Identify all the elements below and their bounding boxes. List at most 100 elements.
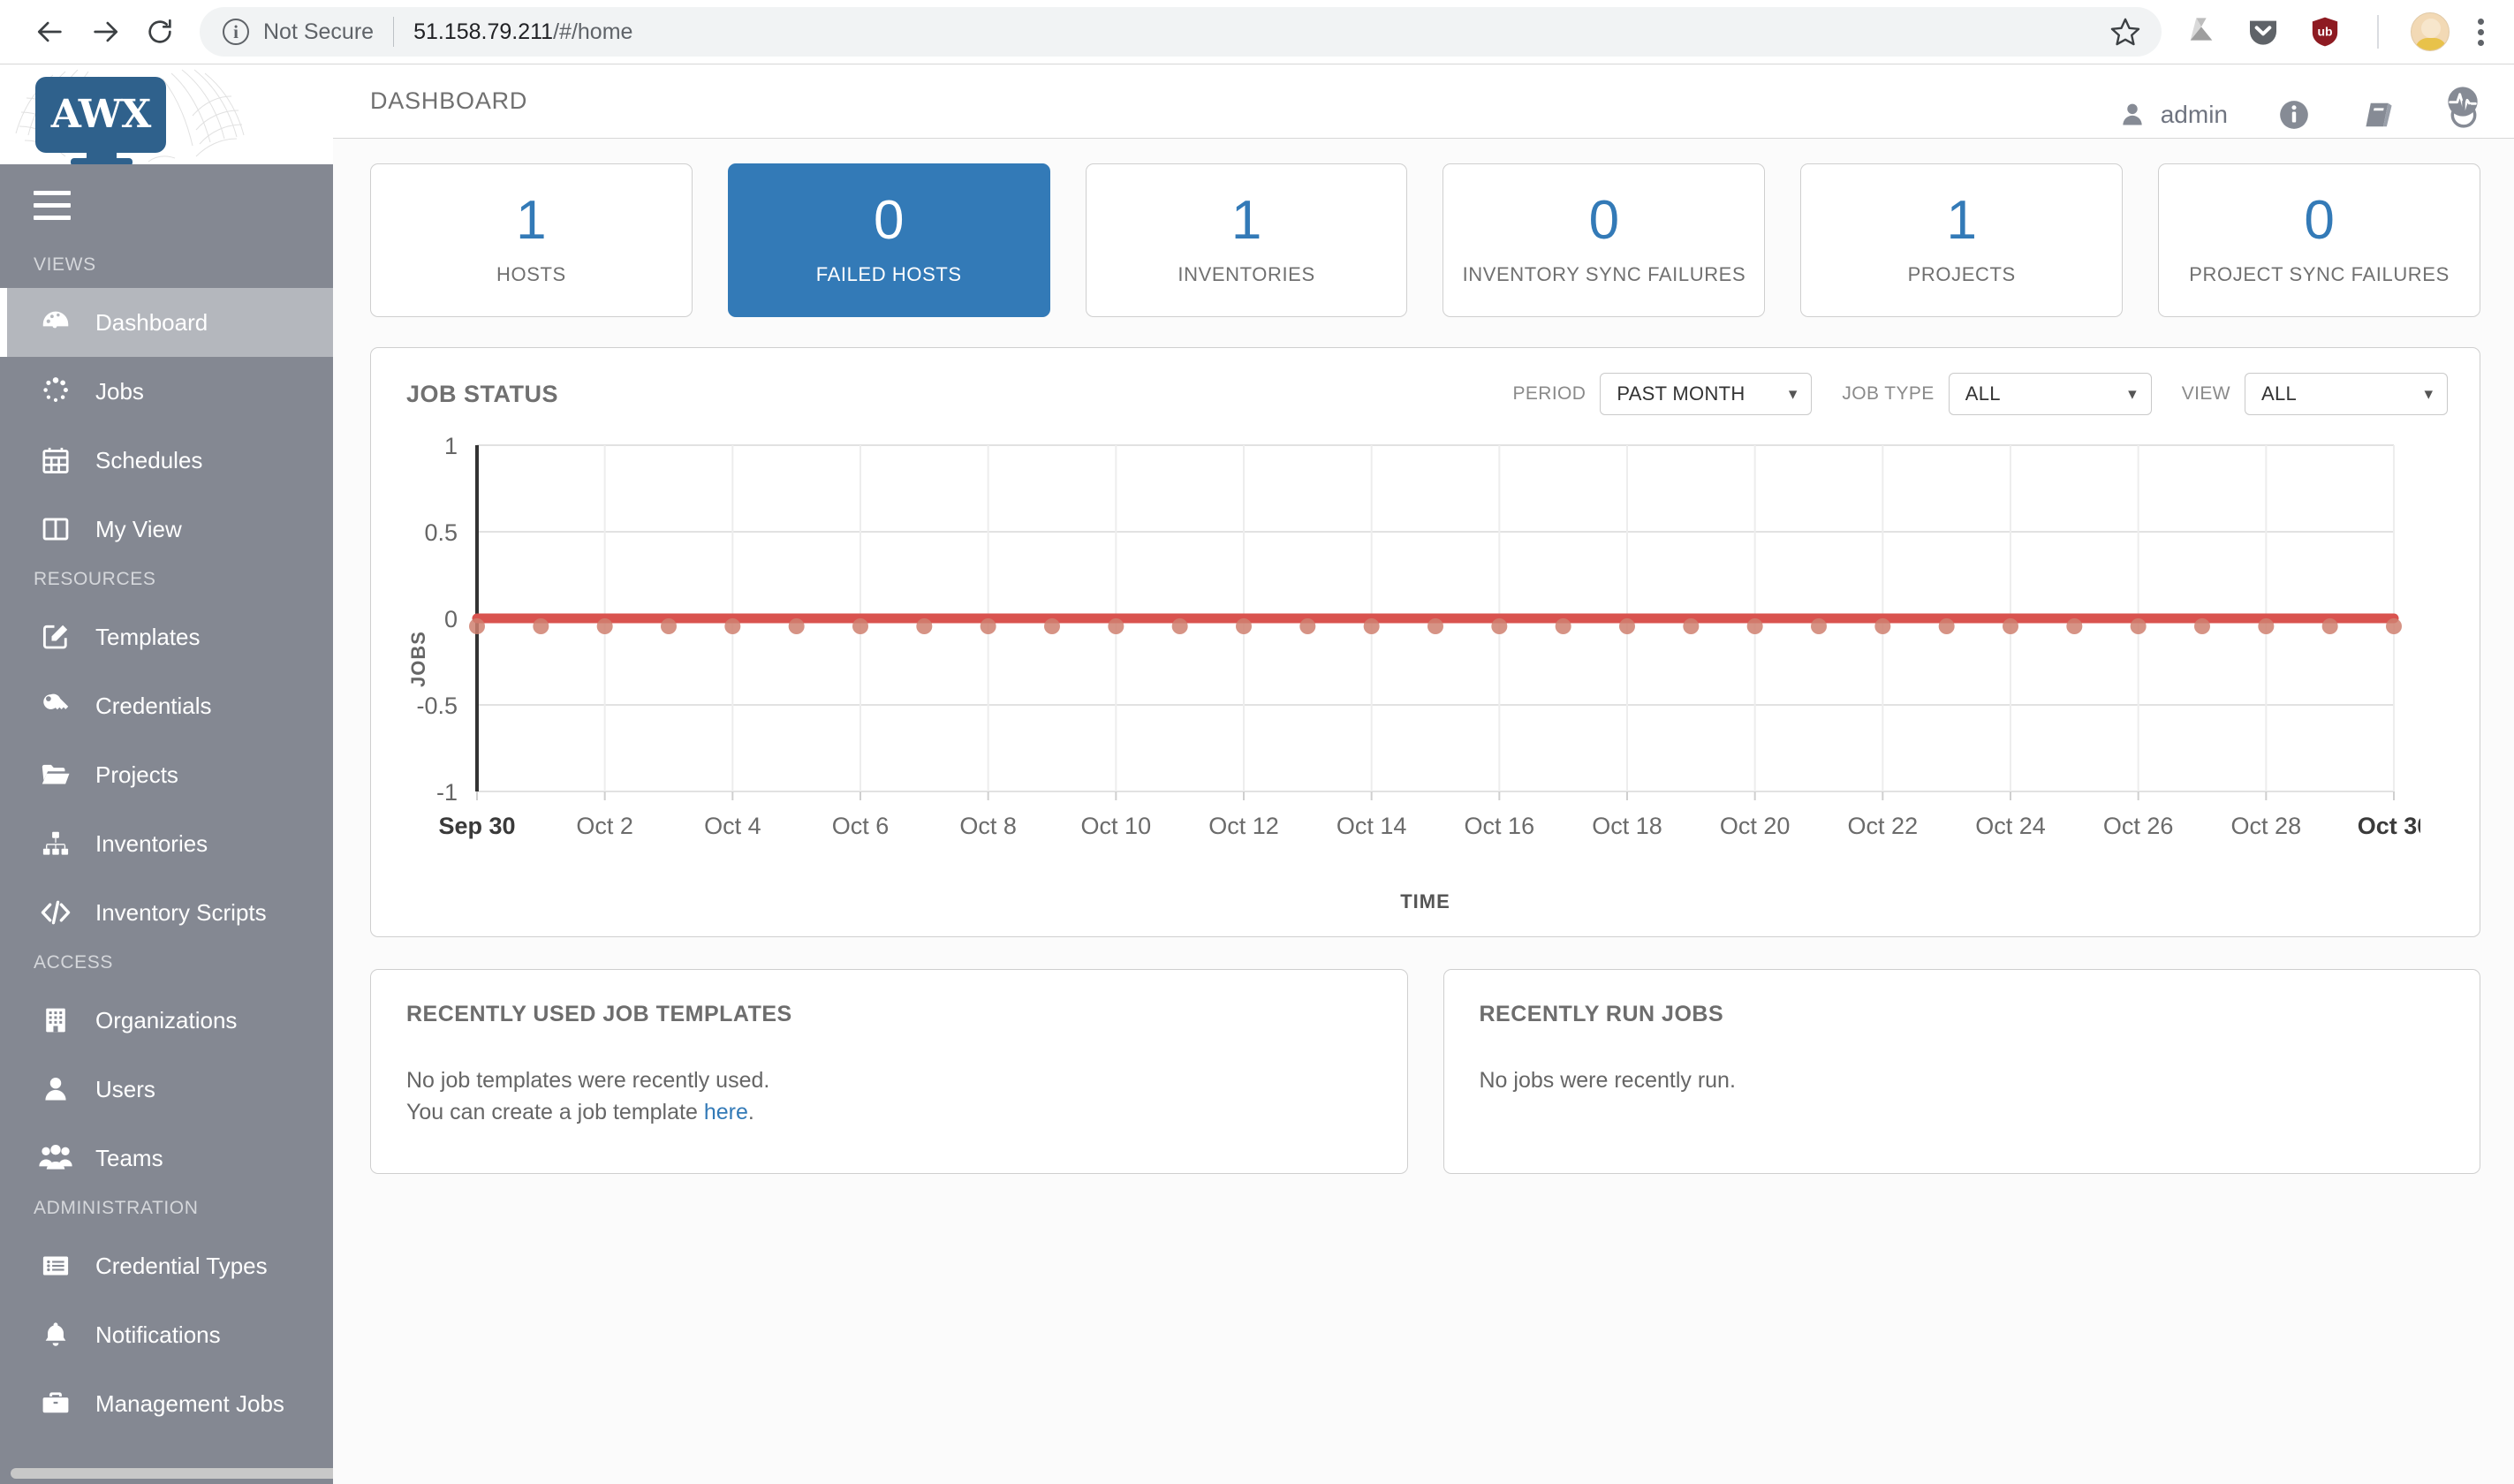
svg-text:Oct 14: Oct 14 — [1337, 813, 1407, 839]
columns-icon — [34, 511, 78, 548]
dashboard-gauge-icon — [34, 304, 78, 341]
sidebar-item-label: Credential Types — [95, 1252, 268, 1279]
stat-value: 1 — [1230, 190, 1262, 252]
chevron-down-icon: ▾ — [2128, 384, 2137, 404]
book-icon[interactable] — [2360, 98, 2397, 132]
svg-text:Oct 30: Oct 30 — [2358, 813, 2420, 839]
list-card-icon — [34, 1247, 78, 1284]
reload-button[interactable] — [133, 4, 187, 59]
chart-y-axis-label: JOBS — [406, 631, 429, 687]
stat-label: HOSTS — [496, 263, 566, 286]
sidebar-item-credentials[interactable]: Credentials — [0, 671, 333, 740]
chart-svg: 1 0.5 0 -0.5 -1 Sep 30 Oct 2 Oct 4 Oct 6 Oct 8 Oct… — [416, 433, 2420, 839]
stat-card-projects[interactable]: 1 PROJECTS — [1800, 163, 2124, 317]
chevron-down-icon: ▾ — [2424, 384, 2433, 404]
users-group-icon — [34, 1140, 78, 1177]
power-icon[interactable] — [2447, 98, 2480, 132]
stat-label: FAILED HOSTS — [815, 263, 962, 286]
stat-card-hosts[interactable]: 1 HOSTS — [370, 163, 693, 317]
view-value: ALL — [2261, 382, 2298, 405]
url-path: /#/home — [553, 19, 633, 44]
job-status-title: JOB STATUS — [406, 380, 559, 407]
job-type-value: ALL — [1965, 382, 2001, 405]
svg-text:-0.5: -0.5 — [416, 693, 458, 719]
calendar-icon — [34, 442, 78, 479]
sidebar-item-teams[interactable]: Teams — [0, 1124, 333, 1192]
stat-label: INVENTORY SYNC FAILURES — [1462, 263, 1746, 286]
view-select[interactable]: ALL ▾ — [2245, 373, 2448, 415]
building-icon — [34, 1002, 78, 1039]
user-icon — [34, 1071, 78, 1108]
filter-label: JOB TYPE — [1842, 383, 1935, 404]
job-status-header: JOB STATUS PERIOD PAST MONTH ▾ JOB TYPE — [371, 348, 2480, 420]
stat-card-failed-hosts[interactable]: 0 FAILED HOSTS — [727, 163, 1050, 317]
stat-card-project-sync-failures[interactable]: 0 PROJECT SYNC FAILURES — [2158, 163, 2480, 317]
filter-label: VIEW — [2181, 383, 2230, 404]
forward-button[interactable] — [78, 4, 133, 59]
stat-card-inventories[interactable]: 1 INVENTORIES — [1085, 163, 1408, 317]
create-prefix: You can create a job template — [406, 1100, 704, 1125]
current-user[interactable]: admin — [2118, 101, 2228, 129]
sidebar-item-inventories[interactable]: Inventories — [0, 809, 333, 878]
stat-card-inventory-sync-failures[interactable]: 0 INVENTORY SYNC FAILURES — [1443, 163, 1766, 317]
svg-text:0: 0 — [444, 606, 458, 632]
logo-text: AWX — [50, 91, 151, 137]
kebab-menu-icon[interactable] — [2471, 18, 2491, 46]
sidebar-item-users[interactable]: Users — [0, 1055, 333, 1124]
sidebar-item-label: Organizations — [95, 1006, 238, 1034]
key-icon — [34, 687, 78, 724]
recently-run-jobs-panel: RECENTLY RUN JOBS No jobs were recently … — [1443, 969, 2480, 1174]
sidebar-item-templates[interactable]: Templates — [0, 602, 333, 671]
nav-group-access: ACCESS — [34, 952, 113, 973]
address-bar[interactable]: i Not Secure 51.158.79.211/#/home — [200, 7, 2146, 57]
sidebar-item-organizations[interactable]: Organizations — [0, 986, 333, 1055]
stat-value: 1 — [516, 190, 547, 252]
site-info-icon[interactable]: i — [223, 19, 249, 45]
sidebar-item-notifications[interactable]: Notifications — [0, 1300, 333, 1369]
sidebar-item-schedules[interactable]: Schedules — [0, 426, 333, 495]
period-select[interactable]: PAST MONTH ▾ — [1600, 373, 1813, 415]
sidebar-item-label: My View — [95, 515, 182, 542]
svg-text:Oct 4: Oct 4 — [704, 813, 761, 839]
job-status-chart: JOBS 1 0.5 0 -0.5 -1 Sep 30 Oct 2 Oct 4 Oct 6 Oct… — [371, 420, 2480, 897]
main-content: admin DASHBOARD 1 HOSTS 0 FAILED HOSTS 1… — [333, 64, 2514, 1484]
sidebar-item-label: Jobs — [95, 377, 144, 405]
sidebar-item-jobs[interactable]: Jobs — [0, 357, 333, 426]
sidebar-item-projects[interactable]: Projects — [0, 740, 333, 809]
hamburger-icon[interactable] — [0, 164, 333, 249]
filter-label: PERIOD — [1512, 383, 1586, 404]
ublock-origin-icon[interactable]: ub — [2305, 11, 2345, 52]
top-user-bar: admin — [2118, 64, 2480, 164]
nav-group-administration: ADMINISTRATION — [34, 1198, 199, 1218]
brand-logo[interactable]: AWX — [0, 64, 333, 164]
svg-text:Sep 30: Sep 30 — [438, 813, 515, 839]
job-status-panel: JOB STATUS PERIOD PAST MONTH ▾ JOB TYPE — [370, 347, 2480, 937]
profile-avatar[interactable] — [2411, 12, 2450, 51]
sidebar-item-label: Dashboard — [95, 308, 208, 336]
bell-icon — [34, 1316, 78, 1353]
svg-text:Oct 6: Oct 6 — [832, 813, 890, 839]
extension-icons: ub — [2181, 11, 2491, 52]
back-button[interactable] — [23, 4, 78, 59]
stat-label: PROJECTS — [1907, 263, 2016, 286]
info-icon[interactable] — [2277, 98, 2311, 132]
sidebar-item-label: Management Jobs — [95, 1389, 284, 1417]
bookmark-button[interactable] — [2089, 7, 2162, 57]
google-drive-icon[interactable] — [2181, 11, 2222, 52]
horizontal-scrollbar[interactable] — [11, 1468, 333, 1479]
sidebar-item-inventory-scripts[interactable]: Inventory Scripts — [0, 878, 333, 947]
create-template-link[interactable]: here — [704, 1100, 748, 1124]
sidebar-item-label: Inventory Scripts — [95, 898, 267, 926]
filter-period: PERIOD PAST MONTH ▾ — [1512, 373, 1813, 415]
pocket-icon[interactable] — [2243, 11, 2283, 52]
job-type-select[interactable]: ALL ▾ — [1948, 373, 2152, 415]
sidebar-item-dashboard[interactable]: Dashboard — [0, 288, 333, 357]
stat-value: 0 — [2304, 190, 2335, 252]
sitemap-icon — [34, 825, 78, 862]
sidebar-item-my-view[interactable]: My View — [0, 495, 333, 564]
sidebar-item-management-jobs[interactable]: Management Jobs — [0, 1369, 333, 1438]
sidebar-item-credential-types[interactable]: Credential Types — [0, 1231, 333, 1300]
omnibox-divider — [393, 17, 395, 47]
nav-group-views: VIEWS — [34, 254, 96, 275]
stat-cards: 1 HOSTS 0 FAILED HOSTS 1 INVENTORIES 0 I… — [370, 163, 2480, 317]
